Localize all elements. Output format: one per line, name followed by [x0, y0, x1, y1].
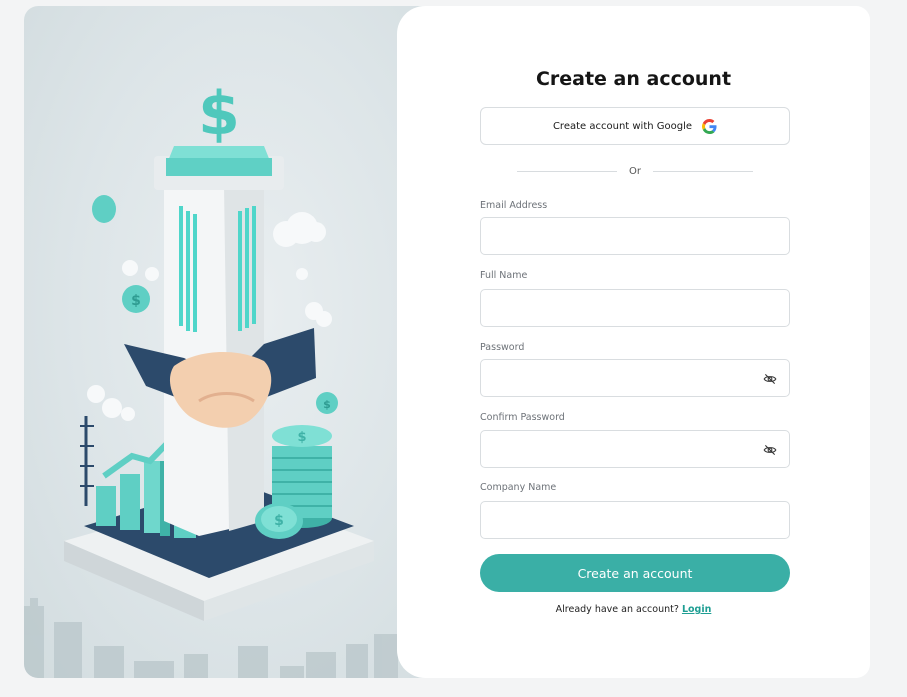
company-name-field[interactable]: [480, 501, 790, 539]
email-field[interactable]: [480, 217, 790, 255]
login-link[interactable]: Login: [682, 604, 711, 615]
create-account-button[interactable]: Create an account: [480, 554, 790, 592]
svg-text:$: $: [323, 398, 331, 411]
svg-text:$: $: [198, 79, 240, 149]
eye-slash-icon[interactable]: [763, 443, 777, 457]
email-label: Email Address: [480, 200, 548, 211]
finance-handshake-illustration: $ $ $ $ $: [24, 79, 398, 678]
company-name-label: Company Name: [480, 482, 557, 493]
page-title: Create an account: [535, 68, 732, 90]
eye-slash-icon[interactable]: [763, 372, 777, 386]
google-signup-button[interactable]: Create account with Google: [480, 107, 790, 145]
confirm-password-label: Confirm Password: [480, 412, 565, 423]
full-name-input[interactable]: [481, 290, 789, 326]
signup-card: $ $ $ $ $ Create an account Create accou…: [24, 6, 870, 678]
company-name-input[interactable]: [481, 502, 789, 538]
illustration-panel: $ $ $ $ $: [24, 6, 434, 678]
or-divider: Or: [517, 164, 754, 178]
password-input[interactable]: [481, 360, 789, 396]
google-button-label: Create account with Google: [552, 120, 693, 132]
divider-line-left: [517, 170, 618, 172]
svg-text:$: $: [297, 430, 306, 445]
password-field[interactable]: [480, 359, 790, 397]
full-name-field[interactable]: [480, 289, 790, 327]
divider-line-right: [653, 170, 754, 172]
login-prompt-text: Already have an account?: [555, 604, 679, 615]
password-label: Password: [480, 342, 525, 353]
confirm-password-input[interactable]: [481, 431, 789, 467]
confirm-password-field[interactable]: [480, 430, 790, 468]
signup-form-panel: Create an account Create account with Go…: [397, 6, 870, 678]
full-name-label: Full Name: [480, 270, 528, 281]
svg-text:$: $: [274, 513, 284, 529]
google-logo-icon: [702, 118, 717, 134]
divider-text: Or: [629, 165, 641, 177]
email-input[interactable]: [481, 218, 789, 254]
svg-text:$: $: [131, 293, 141, 309]
login-prompt: Already have an account? Login: [397, 604, 870, 615]
